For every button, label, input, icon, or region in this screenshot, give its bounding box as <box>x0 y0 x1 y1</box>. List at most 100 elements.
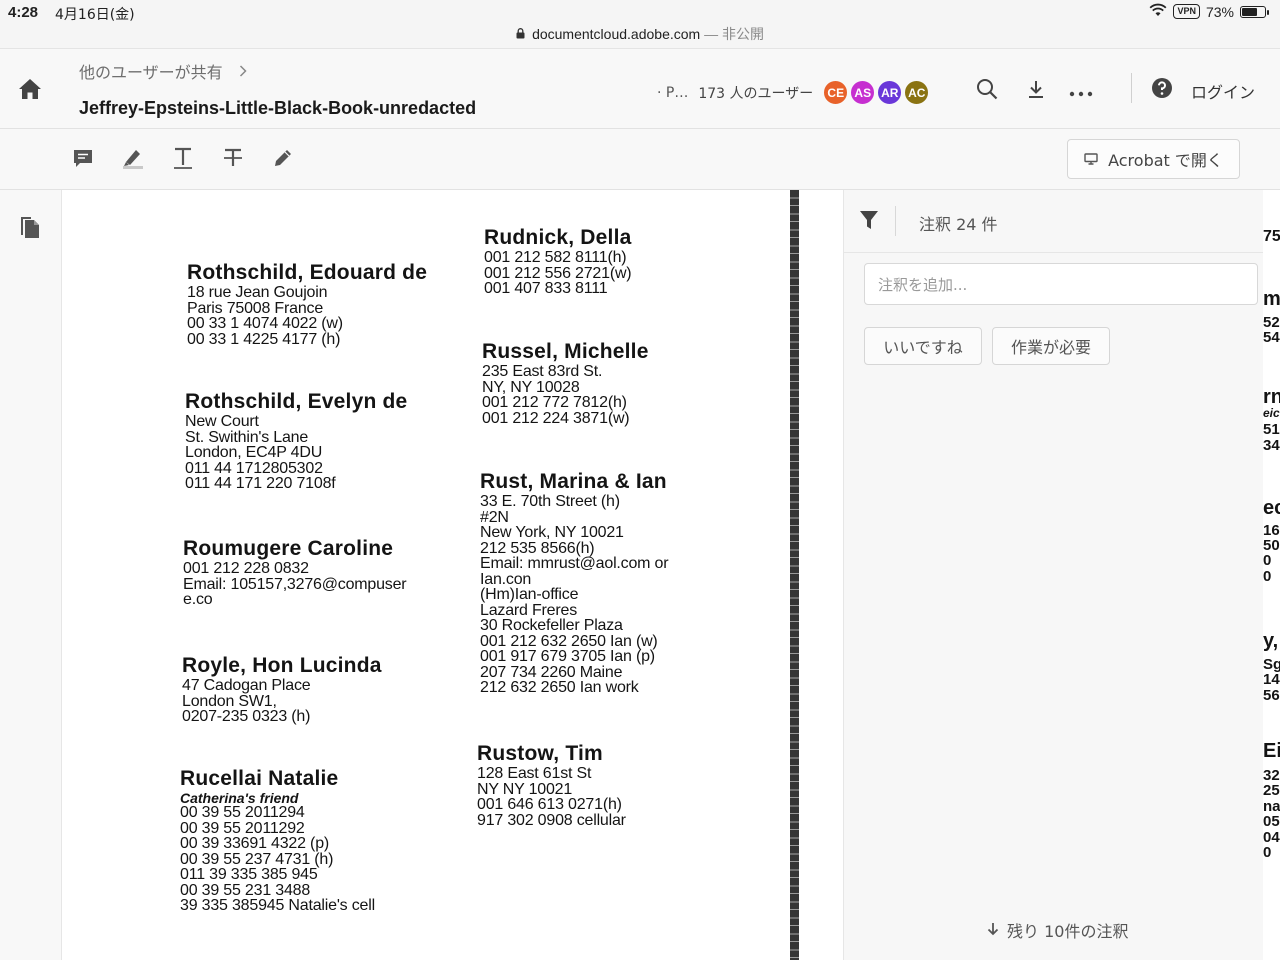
peek-text: 56 <box>1263 687 1280 704</box>
peek-text: 05 <box>1263 813 1280 830</box>
contact-line: 207 734 2260 Maine <box>480 663 623 681</box>
strikethrough-tool[interactable] <box>220 147 246 173</box>
lock-icon <box>516 28 528 42</box>
contact-entry: Royle, Hon Lucinda 47 Cadogan Place Lond… <box>182 654 382 725</box>
contact-line: Lazard Freres <box>480 601 577 619</box>
wifi-icon <box>1149 3 1167 20</box>
left-rail <box>0 190 62 960</box>
contact-line: NY, NY 10028 <box>482 378 580 396</box>
contact-line: NY NY 10021 <box>477 780 573 798</box>
open-in-acrobat-label: Acrobat で開く <box>1108 151 1223 170</box>
contact-line: 18 rue Jean Goujoin <box>187 284 328 301</box>
date: 4月16日(金) <box>55 7 135 23</box>
breadcrumb-shared[interactable]: 他のユーザーが共有 <box>79 59 223 83</box>
peek-text: 14 <box>1263 671 1280 688</box>
contact-line: 00 33 1 4225 4177 (h) <box>187 330 341 348</box>
home-icon <box>18 78 42 104</box>
filter-action-needed-button[interactable]: 作業が必要 <box>992 327 1110 365</box>
contact-line: 00 39 55 2011292 <box>180 819 305 837</box>
filter-button[interactable] <box>858 209 880 235</box>
contact-entry: Rothschild, Evelyn de New Court St. Swit… <box>185 390 407 492</box>
search-button[interactable] <box>975 79 999 103</box>
contact-entry: Russel, Michelle 235 East 83rd St. NY, N… <box>482 340 649 426</box>
contact-line: 30 Rockefeller Plaza <box>480 617 623 634</box>
next-page-peek: 75 m 52 54 rn eic 51 34 ec 16 50 0 0 y, … <box>1263 190 1280 960</box>
peek-text: 75 <box>1263 228 1280 245</box>
contact-line: 128 East 61st St <box>477 765 592 782</box>
comments-panel-header: 注釈 24 件 <box>844 190 1264 253</box>
contact-line: 235 East 83rd St. <box>482 363 603 380</box>
avatar[interactable]: AC <box>904 80 930 105</box>
contact-line: 00 39 55 231 3488 <box>180 881 311 899</box>
document-viewer[interactable]: Rothschild, Edouard de 18 rue Jean Goujo… <box>62 190 843 960</box>
shared-by-truncated: · P… <box>657 84 689 101</box>
add-text-tool[interactable] <box>170 147 196 173</box>
contact-line: 011 39 335 385 945 <box>180 866 318 883</box>
peek-text: 0 <box>1263 568 1272 585</box>
help-button[interactable] <box>1150 78 1174 102</box>
open-in-acrobat-button[interactable]: Acrobat で開く <box>1067 139 1240 179</box>
search-icon <box>976 78 998 104</box>
contact-line: 47 Cadogan Place <box>182 677 311 694</box>
download-icon <box>1026 79 1046 103</box>
text-icon <box>172 146 194 174</box>
scanned-page-edge <box>790 190 799 960</box>
monitor-icon <box>1084 150 1098 169</box>
page-thumbnails-button[interactable] <box>19 216 41 244</box>
peek-text: y, <box>1263 630 1279 652</box>
avatar[interactable]: CE <box>823 80 849 105</box>
remaining-comments-link[interactable]: 残り 10件の注釈 <box>987 918 1128 942</box>
contact-line: 212 632 2650 Ian work <box>480 679 639 696</box>
contact-line: 917 302 0908 cellular <box>477 811 626 829</box>
peek-text: 0 <box>1263 552 1272 569</box>
home-button[interactable] <box>16 77 44 105</box>
add-comment-tool[interactable] <box>70 147 96 173</box>
comments-panel: 注釈 24 件 注釈を追加... いいですね 作業が必要 残り 10件の注釈 <box>843 190 1264 960</box>
contact-line: 0207-235 0323 (h) <box>182 708 311 725</box>
shared-users[interactable]: · P… 173 人のユーザー CE AS AR AC <box>657 80 930 105</box>
contact-line: 001 212 228 0832 <box>183 560 309 577</box>
peek-text: m <box>1263 288 1280 310</box>
contact-line: (Hm)Ian-office <box>480 586 579 603</box>
contact-name: Roumugere Caroline <box>183 537 394 560</box>
contact-line: #2N <box>480 508 509 526</box>
more-options-button[interactable] <box>1069 79 1093 103</box>
arrow-down-icon <box>987 921 999 940</box>
contact-name: Russel, Michelle <box>482 340 649 363</box>
avatar-group[interactable]: CE AS AR AC <box>823 80 930 105</box>
filter-like-button[interactable]: いいですね <box>864 327 982 365</box>
contact-name: Royle, Hon Lucinda <box>182 654 382 677</box>
contact-name: Rust, Marina & Ian <box>480 470 667 493</box>
annotation-toolbar: Acrobat で開く <box>0 129 1280 190</box>
contact-entry: Roumugere Caroline 001 212 228 0832 Emai… <box>183 537 407 608</box>
contact-name: Rothschild, Edouard de <box>187 261 428 284</box>
contact-line: 00 39 33691 4322 (p) <box>180 835 330 852</box>
avatar[interactable]: AS <box>850 80 876 105</box>
contact-line: New Court <box>185 413 259 430</box>
contact-line: 001 212 632 2650 Ian (w) <box>480 632 658 650</box>
login-link[interactable]: ログイン <box>1191 79 1255 103</box>
contact-line: 001 407 833 8111 <box>484 280 608 297</box>
breadcrumb[interactable]: 他のユーザーが共有 <box>79 59 247 83</box>
contact-name: Rudnick, Della <box>484 226 632 249</box>
peek-text: 34 <box>1263 437 1280 454</box>
add-comment-input[interactable]: 注釈を追加... <box>864 263 1258 305</box>
address-bar[interactable]: documentcloud.adobe.com — 非公開 <box>0 24 1280 44</box>
highlight-tool[interactable] <box>120 147 146 173</box>
contact-line: 001 212 582 8111(h) <box>484 249 627 266</box>
pencil-icon <box>272 147 294 173</box>
avatar[interactable]: AR <box>877 80 903 105</box>
draw-tool[interactable] <box>270 147 296 173</box>
battery-percent: 73% <box>1205 3 1234 20</box>
contact-line: New York, NY 10021 <box>480 524 624 541</box>
download-button[interactable] <box>1024 79 1048 103</box>
header-divider <box>1131 73 1132 103</box>
contact-line: London SW1, <box>182 692 277 710</box>
contact-line: 00 39 55 237 4731 (h) <box>180 850 334 868</box>
contact-line: Email: 105157,3276@compuser <box>183 575 407 593</box>
peek-text: 0 <box>1263 844 1272 861</box>
contact-line: 001 212 772 7812(h) <box>482 394 627 411</box>
peek-text: Ei <box>1263 740 1280 762</box>
contact-line: 33 E. 70th Street (h) <box>480 493 620 510</box>
filter-icon <box>858 211 880 235</box>
